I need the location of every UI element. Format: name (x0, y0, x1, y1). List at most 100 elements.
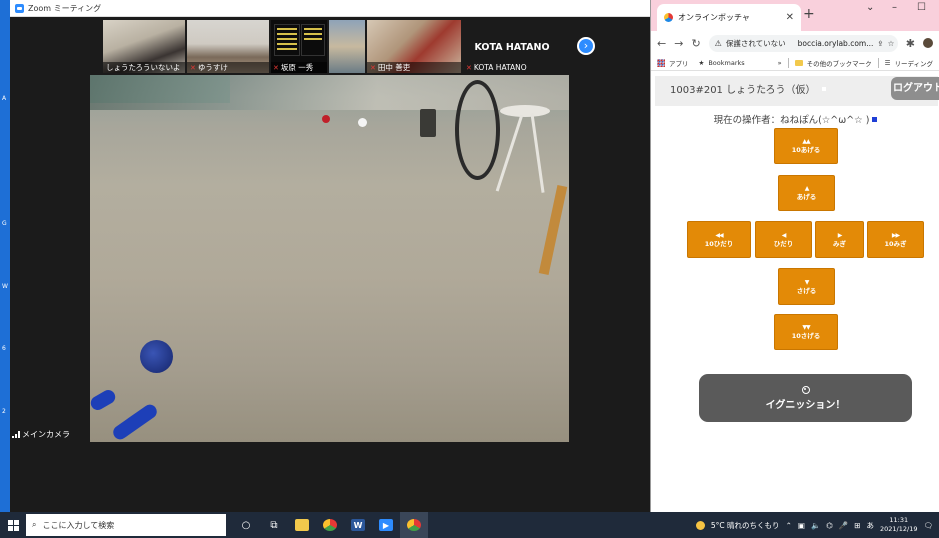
forward-arrow-icon[interactable]: → (674, 37, 683, 50)
participant-tile[interactable]: ✕ ゆうすけ (187, 20, 269, 73)
participant-tile[interactable]: ✕ 坂原 一秀 (271, 20, 327, 73)
search-placeholder: ここに入力して検索 (42, 520, 115, 530)
chrome-taskbar-icon[interactable] (316, 512, 344, 538)
bookmark-star-icon[interactable]: ☆ (888, 39, 895, 48)
bookmarks-bar: アプリ ★ Bookmarks » その他のブックマーク ☰ リーディング (651, 55, 939, 71)
reload-icon[interactable]: ↻ (691, 37, 700, 50)
zoom-logo-icon (15, 3, 24, 13)
right-10-button[interactable]: ▶▶ 10みぎ (867, 221, 924, 258)
windows-logo-icon (7, 519, 19, 531)
back-arrow-icon[interactable]: ← (657, 37, 666, 50)
participant-tile[interactable] (329, 20, 365, 73)
chrome-active-taskbar-icon[interactable] (400, 512, 428, 538)
clock[interactable]: 11:31 2021/12/19 (880, 516, 917, 534)
down-button[interactable]: ▼ さげる (778, 268, 835, 305)
room-label: 1003#201 しょうたろう（仮） (670, 85, 816, 96)
ime-hiragana[interactable]: あ (867, 520, 875, 531)
red-ball (322, 115, 330, 123)
stool (500, 105, 550, 117)
taskbar-search-box[interactable]: ⌕ ここに入力して検索 (26, 514, 226, 536)
tab-bar: オンラインボッチャ ✕ + ⌄ – ☐ (651, 0, 939, 31)
left-10-button[interactable]: ◀◀ 10ひだり (687, 221, 751, 258)
participant-name: 坂原 一秀 (280, 63, 314, 72)
profile-avatar[interactable] (923, 38, 933, 48)
muted-mic-icon: ✕ (273, 64, 279, 72)
signal-bars-icon (12, 431, 20, 438)
participant-name: しょうたろういないよ (106, 63, 181, 72)
white-jack-ball (358, 118, 367, 127)
volume-icon[interactable]: 🔈 (811, 521, 820, 530)
room-header: 1003#201 しょうたろう（仮） ログアウト (655, 76, 939, 106)
participant-tile[interactable]: KOTA HATANO ✕ KOTA HATANO (463, 20, 561, 73)
main-video (90, 75, 569, 442)
tab-title: オンラインボッチャ (678, 13, 750, 22)
muted-mic-icon: ✕ (466, 64, 472, 72)
new-tab-icon[interactable]: + (803, 6, 815, 22)
share-icon[interactable]: ⇪ (877, 39, 883, 48)
participant-tile[interactable]: ✕ 田中 善吏 (367, 20, 461, 73)
zoom-tray-icon[interactable]: ▣ (798, 521, 805, 530)
trash-bin (420, 109, 436, 137)
bookmark-bookmarks[interactable]: Bookmarks (708, 59, 744, 67)
bookmark-other[interactable]: その他のブックマーク (807, 58, 872, 68)
maximize-icon[interactable]: ☐ (917, 2, 926, 13)
address-bar[interactable]: ⚠ 保護されていない boccia.orylab.com... ⇪ ☆ (708, 34, 898, 52)
network-icon[interactable]: ⌬ (826, 521, 833, 530)
participant-tile[interactable]: しょうたろういないよ (103, 20, 185, 73)
bookmark-reading-list[interactable]: リーディング (894, 58, 933, 68)
tab-search-chevron-icon[interactable]: ⌄ (866, 2, 874, 13)
close-tab-icon[interactable]: ✕ (786, 12, 794, 23)
up-button[interactable]: ▲ あげる (778, 175, 835, 211)
bookmark-apps[interactable]: アプリ (669, 58, 689, 68)
file-explorer-icon[interactable] (288, 512, 316, 538)
system-tray: 5°C 晴れのちくもり ⌃ ▣ 🔈 ⌬ 🎤 ⊞ あ 11:31 2021/12/… (695, 516, 939, 534)
logout-button[interactable]: ログアウト (891, 77, 939, 100)
participant-name: ゆうすけ (197, 63, 228, 72)
zoom-title-bar: Zoom ミーティング (10, 0, 650, 17)
blue-ball (140, 340, 173, 373)
operator-color-marker (872, 117, 878, 122)
search-icon: ⌕ (32, 520, 37, 529)
windows-taskbar: ⌕ ここに入力して検索 ○ ⧉ W ▶ 5°C 晴れのちくもり ⌃ ▣ 🔈 ⌬ … (0, 512, 939, 538)
site-favicon-icon (664, 13, 673, 22)
wheelchair-wheel (455, 80, 500, 180)
cortana-circle-icon[interactable]: ○ (232, 512, 260, 538)
current-operator: 現在の操作者：ねねぽん(☆^ω^☆ ) (651, 112, 939, 126)
folder-icon (794, 59, 803, 66)
url-text: boccia.orylab.com... (797, 38, 874, 48)
desktop: A G W 6 2 Zoom ミーティング しょうたろういないよ ✕ ゆうすけ ✕… (0, 0, 939, 538)
boccia-ramp (90, 385, 160, 442)
ime-mode-icon[interactable]: ⊞ (854, 521, 860, 530)
minimize-icon[interactable]: – (892, 2, 897, 13)
down-10-button[interactable]: ▼▼ 10さげる (774, 314, 838, 350)
up-10-button[interactable]: ▲▲ 10あげる (774, 128, 838, 164)
warning-triangle-icon: ⚠ (714, 38, 722, 48)
zoom-window-title: Zoom ミーティング (28, 3, 102, 13)
tray-chevron-up-icon[interactable]: ⌃ (786, 521, 792, 530)
participant-name: KOTA HATANO (473, 63, 527, 72)
zoom-taskbar-icon[interactable]: ▶ (372, 512, 400, 538)
apps-grid-icon (657, 58, 665, 67)
muted-mic-icon: ✕ (370, 64, 376, 72)
participant-strip: しょうたろういないよ ✕ ゆうすけ ✕ 坂原 一秀 ✕ 田中 善吏 KOTA HATA… (103, 20, 561, 73)
participant-name-large: KOTA HATANO (474, 42, 550, 53)
notification-icon[interactable]: 🗨 (923, 521, 933, 530)
participant-name: 田中 善吏 (377, 63, 411, 72)
weather-text[interactable]: 5°C 晴れのちくもり (711, 520, 780, 531)
browser-toolbar: ← → ↻ ⚠ 保護されていない boccia.orylab.com... ⇪ … (651, 31, 939, 55)
word-icon[interactable]: W (344, 512, 372, 538)
reading-list-icon: ☰ (884, 58, 891, 67)
start-button[interactable] (0, 512, 26, 538)
ignition-button[interactable]: イグニッション！ (699, 374, 912, 422)
task-view-icon[interactable]: ⧉ (260, 512, 288, 538)
next-page-arrow-icon[interactable]: › (577, 37, 595, 55)
extensions-puzzle-icon[interactable]: ✱ (906, 37, 915, 50)
chrome-window: オンラインボッチャ ✕ + ⌄ – ☐ ← → ↻ ⚠ 保護されていない boc… (650, 0, 939, 512)
main-camera-label: メインカメラ (10, 429, 70, 440)
muted-mic-icon: ✕ (190, 64, 196, 72)
right-button[interactable]: ▶ みぎ (815, 221, 864, 258)
microphone-icon[interactable]: 🎤 (839, 521, 848, 530)
left-button[interactable]: ◀ ひだり (755, 221, 812, 258)
tab-online-boccia[interactable]: オンラインボッチャ ✕ (657, 4, 801, 31)
bookmarks-overflow[interactable]: » (778, 59, 782, 67)
